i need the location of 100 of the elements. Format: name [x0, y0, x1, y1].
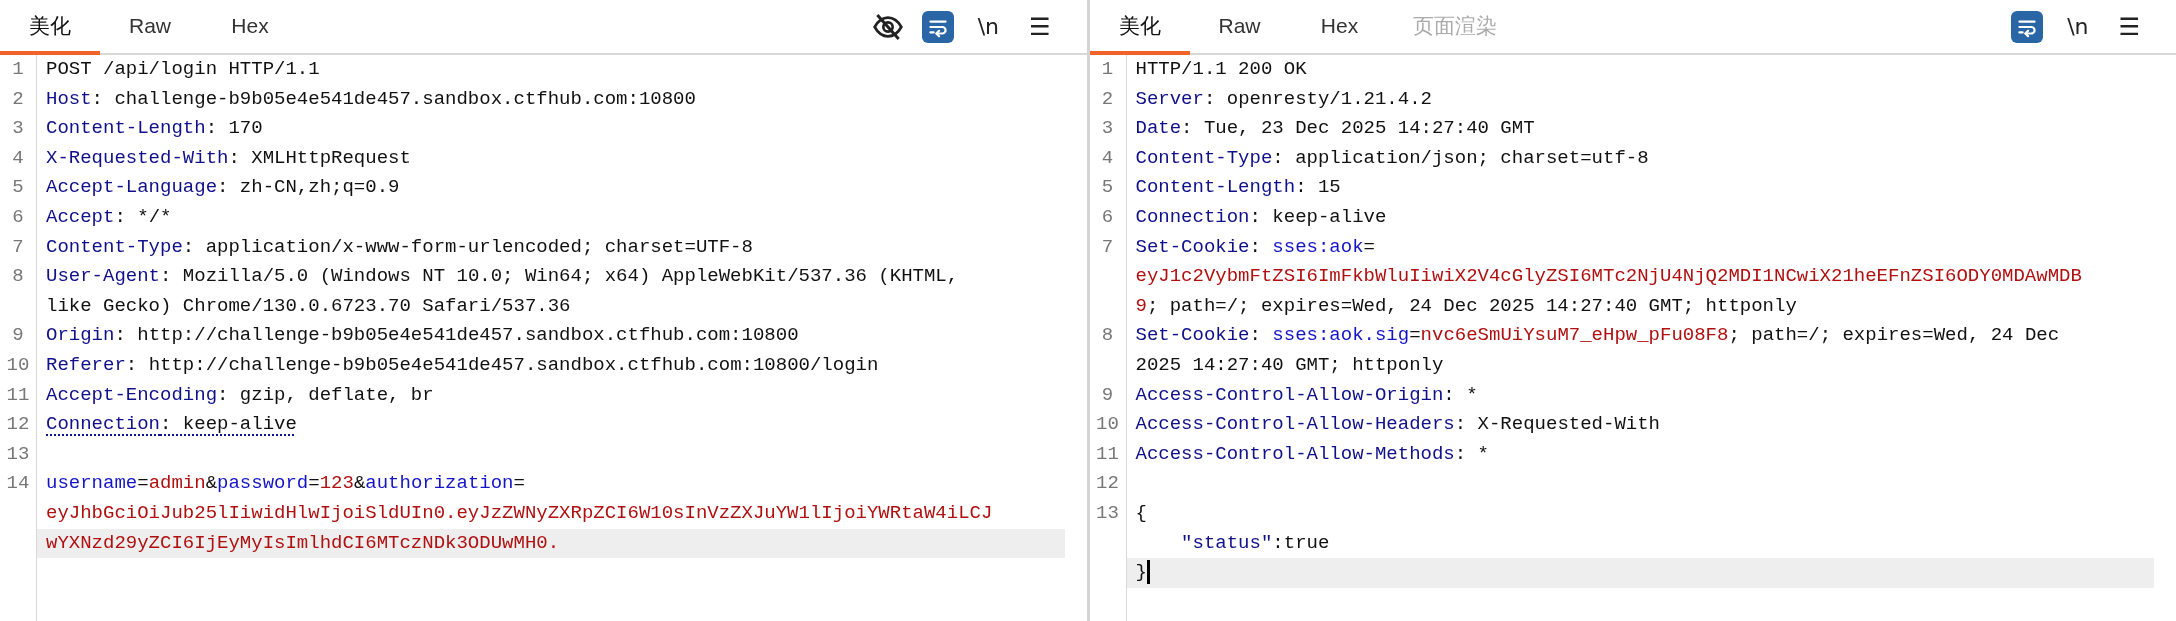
code-text: : * — [1454, 442, 1489, 465]
header-name: Server — [1135, 87, 1204, 110]
tab[interactable]: Raw — [100, 0, 200, 55]
code-text: : Tue, 23 Dec 2025 14:27:40 GMT — [1181, 117, 1535, 140]
code-text: ; path=/; expires=Wed, 24 Dec — [1728, 324, 2060, 347]
code-text: : Mozilla/5.0 (Windows NT 10.0; Win64; x64) AppleWebKit/537.36 (KHTML, — [160, 265, 959, 288]
code-text: & — [353, 472, 366, 495]
line-number: 10 — [1096, 413, 1119, 436]
line-number: 8 — [1101, 324, 1114, 347]
line-number: 10 — [6, 353, 30, 376]
param-value: eyJ1c2VybmFtZSI6ImFkbWluIiwiX2V4cGlyZSI6MTc2NjU4NjQ2MDI1NCwiX21heEFnZSI6ODY0MDAwMDB — [1135, 265, 2082, 288]
param-value: 123 — [319, 472, 354, 495]
code-text: } — [1135, 561, 1147, 584]
code-text: POST /api/login HTTP/1.1 — [46, 58, 320, 80]
newline-toggle[interactable]: \n — [971, 10, 1005, 43]
line-number: 3 — [12, 117, 24, 140]
line-number: 11 — [1096, 442, 1119, 465]
code-text: : */* — [114, 205, 172, 228]
code-text: : zh-CN,zh;q=0.9 — [217, 176, 400, 199]
wrap-icon[interactable] — [921, 10, 954, 43]
code-text: & — [205, 472, 218, 495]
line-number: 2 — [1101, 87, 1114, 110]
code-text: : keep-alive — [1249, 205, 1387, 228]
line-number: 8 — [12, 265, 24, 288]
tab[interactable]: Hex — [1289, 0, 1390, 55]
line-number: 12 — [6, 413, 30, 436]
code-text: : — [1249, 324, 1262, 347]
code-text: = — [513, 472, 525, 495]
code-text: :true — [1272, 531, 1330, 554]
param-value: nvc6eSmUiYsuM7_eHpw_pFu08F8 — [1420, 324, 1729, 347]
header-name: Access-Control-Allow-Methods — [1135, 442, 1455, 465]
tab[interactable]: 美化 — [0, 0, 100, 55]
header-name: Access-Control-Allow-Headers — [1135, 413, 1455, 436]
header-name: Connection — [46, 413, 161, 436]
param-name: username — [46, 472, 138, 495]
line-number: 7 — [1101, 235, 1114, 258]
code-text: like Gecko) Chrome/130.0.6723.70 Safari/537.36 — [46, 294, 571, 317]
param-value: admin — [148, 472, 206, 495]
line-number: 14 — [6, 472, 30, 495]
menu-icon[interactable]: ☰ — [1023, 10, 1057, 43]
code-text: : XMLHttpRequest — [228, 146, 411, 169]
param-value: wYXNzd29yZCI6IjEyMyIsImlhdCI6MTczNDk3ODUwMH0. — [46, 531, 560, 554]
header-name: Content-Type — [46, 235, 183, 258]
param-name: authorization — [365, 472, 514, 495]
header-name: Content-Type — [1135, 146, 1273, 169]
code-text: ; path=/; expires=Wed, 24 Dec 2025 14:27:40 GMT; httponly — [1146, 294, 1797, 317]
code-text: : http://challenge-b9b05e4e541de457.sandbox.ctfhub.com:10800 — [114, 324, 799, 347]
line-number: 6 — [1101, 205, 1114, 228]
code-text: 2025 14:27:40 GMT; httponly — [1135, 353, 1444, 376]
tab[interactable]: Hex — [200, 0, 300, 55]
newline-toggle[interactable]: \n — [2061, 10, 2095, 43]
header-name: Referer — [46, 353, 126, 376]
line-number: 4 — [12, 146, 24, 169]
tab[interactable]: Raw — [1189, 0, 1290, 55]
line-number: 6 — [12, 205, 24, 228]
code-text: = — [1409, 324, 1421, 347]
header-name: User-Agent — [46, 265, 161, 288]
code-text: { — [1135, 501, 1147, 524]
header-name: Origin — [46, 324, 115, 347]
line-number: 9 — [12, 324, 24, 347]
code-text: : openresty/1.21.4.2 — [1203, 87, 1432, 110]
code-text: = — [1363, 235, 1375, 258]
code-text: : keep-alive — [160, 413, 297, 436]
header-name: Set-Cookie — [1135, 324, 1250, 347]
code-text: : X-Requested-With — [1454, 413, 1660, 436]
line-number: 2 — [12, 87, 24, 110]
header-name: X-Requested-With — [46, 146, 229, 169]
code-text: : http://challenge-b9b05e4e541de457.sandbox.ctfhub.com:10800/login — [125, 353, 879, 376]
code-text: : gzip, deflate, br — [217, 383, 434, 406]
header-name: Content-Length — [1135, 176, 1296, 199]
header-name: Content-Length — [46, 117, 206, 140]
line-number: 7 — [12, 235, 24, 258]
param-name: sses:aok.sig — [1272, 324, 1410, 347]
line-number: 11 — [6, 383, 30, 406]
code-text: : — [1249, 235, 1262, 258]
code-text: : application/json; charset=utf-8 — [1272, 146, 1649, 169]
menu-icon[interactable]: ☰ — [2112, 10, 2146, 43]
param-name: password — [217, 472, 309, 495]
header-name: Accept — [46, 205, 115, 228]
wrap-icon[interactable] — [2011, 10, 2044, 43]
line-number: 9 — [1101, 383, 1114, 406]
header-name: Host — [46, 87, 92, 110]
code-text: : application/x-www-form-urlencoded; charset=UTF-8 — [182, 235, 753, 258]
code-text: : 170 — [205, 117, 263, 140]
line-number: 5 — [1101, 176, 1114, 199]
code-text: : * — [1443, 383, 1478, 406]
line-number: 13 — [6, 442, 30, 465]
param-value: 9 — [1135, 294, 1147, 317]
code-text: = — [308, 472, 320, 495]
header-name: Date — [1135, 117, 1182, 140]
code-text: : 15 — [1295, 176, 1341, 199]
header-name: Accept-Language — [46, 176, 218, 199]
line-number: 4 — [1101, 146, 1114, 169]
header-name: Access-Control-Allow-Origin — [1135, 383, 1444, 406]
line-number: 3 — [1101, 117, 1114, 140]
header-name: Set-Cookie — [1135, 235, 1250, 258]
line-number: 5 — [12, 176, 24, 199]
code-text: : challenge-b9b05e4e541de457.sandbox.ctfhub.com:10800 — [91, 87, 696, 110]
tab[interactable]: 美化 — [1089, 0, 1190, 55]
param-value: eyJhbGciOiJub25lIiwidHlwIjoiSldUIn0.eyJzZWNyZXRpZCI6W10sInVzZXJuYW1lIjoiYWRtaW4iLCJ — [46, 501, 993, 524]
